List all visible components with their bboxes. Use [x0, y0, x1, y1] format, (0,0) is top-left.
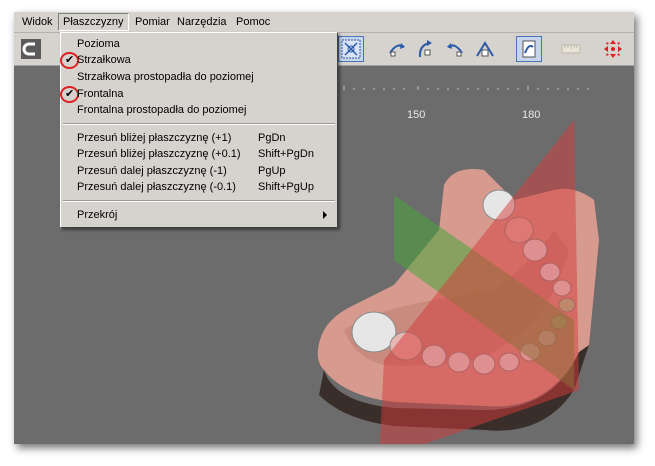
tool-view-front-button[interactable] — [472, 36, 498, 62]
menu-item-przesun-dalej-01[interactable]: Przesuń dalej płaszczyznę (-0.1) Shift+P… — [61, 179, 337, 195]
menu-separator — [63, 123, 335, 125]
tool-rotate-right-button[interactable] — [442, 36, 468, 62]
menu-plaszczyzny[interactable]: Płaszczyzny — [58, 13, 129, 31]
menu-widok[interactable]: Widok — [18, 14, 57, 30]
tool-expand-button[interactable] — [600, 36, 626, 62]
menu-pomoc[interactable]: Pomoc — [232, 14, 274, 30]
menu-bar: Widok Płaszczyzny Pomiar Narzędzia Pomoc — [14, 12, 634, 33]
menu-item-przekroj[interactable]: Przekrój — [61, 207, 337, 223]
menu-item-przesun-blizej-1[interactable]: Przesuń bliżej płaszczyznę (+1) PgDn — [61, 130, 337, 146]
rotate-up-icon — [418, 40, 432, 58]
menu-item-przesun-dalej-1[interactable]: Przesuń dalej płaszczyznę (-1) PgUp — [61, 163, 337, 179]
menu-narzedzia[interactable]: Narzędzia — [173, 14, 231, 30]
tool-grid-button[interactable] — [338, 36, 364, 62]
tool-magnet-button[interactable] — [18, 36, 44, 62]
expand-arrows-icon — [604, 40, 622, 58]
tool-ruler-button[interactable] — [558, 36, 584, 62]
menu-item-przesun-blizej-01[interactable]: Przesuń bliżej płaszczyznę (+0.1) Shift+… — [61, 146, 337, 162]
view-front-icon — [476, 41, 494, 57]
checkmark-icon: ✔ — [65, 88, 75, 100]
plaszczyzny-dropdown-menu: Pozioma ✔ Strzałkowa Strzałkowa prostopa… — [60, 32, 338, 228]
menu-item-pozioma[interactable]: Pozioma — [61, 36, 337, 52]
rotate-right-icon — [447, 43, 463, 57]
menu-item-frontalna[interactable]: ✔ Frontalna — [60, 86, 337, 103]
reset-view-icon — [522, 40, 536, 58]
tool-reset-view-button[interactable] — [516, 36, 542, 62]
menu-pomiar[interactable]: Pomiar — [131, 14, 174, 30]
menu-item-frontalna-prostopadla[interactable]: Frontalna prostopadła do poziomej — [61, 102, 337, 118]
submenu-arrow-icon — [323, 211, 327, 219]
tool-rotate-up-button[interactable] — [412, 36, 438, 62]
tool-rotate-left-button[interactable] — [384, 36, 410, 62]
checkmark-icon: ✔ — [65, 54, 75, 66]
magnet-icon — [21, 39, 41, 59]
ruler-icon — [561, 44, 581, 54]
menu-item-strzalkowa-prostopadla[interactable]: Strzałkowa prostopadła do poziomej — [61, 69, 337, 85]
grid-select-icon — [341, 39, 361, 59]
menu-separator — [63, 200, 335, 202]
menu-item-strzalkowa[interactable]: ✔ Strzałkowa — [60, 52, 337, 69]
app-window: Widok Płaszczyzny Pomiar Narzędzia Pomoc — [14, 12, 634, 444]
rotate-left-icon — [389, 43, 405, 57]
